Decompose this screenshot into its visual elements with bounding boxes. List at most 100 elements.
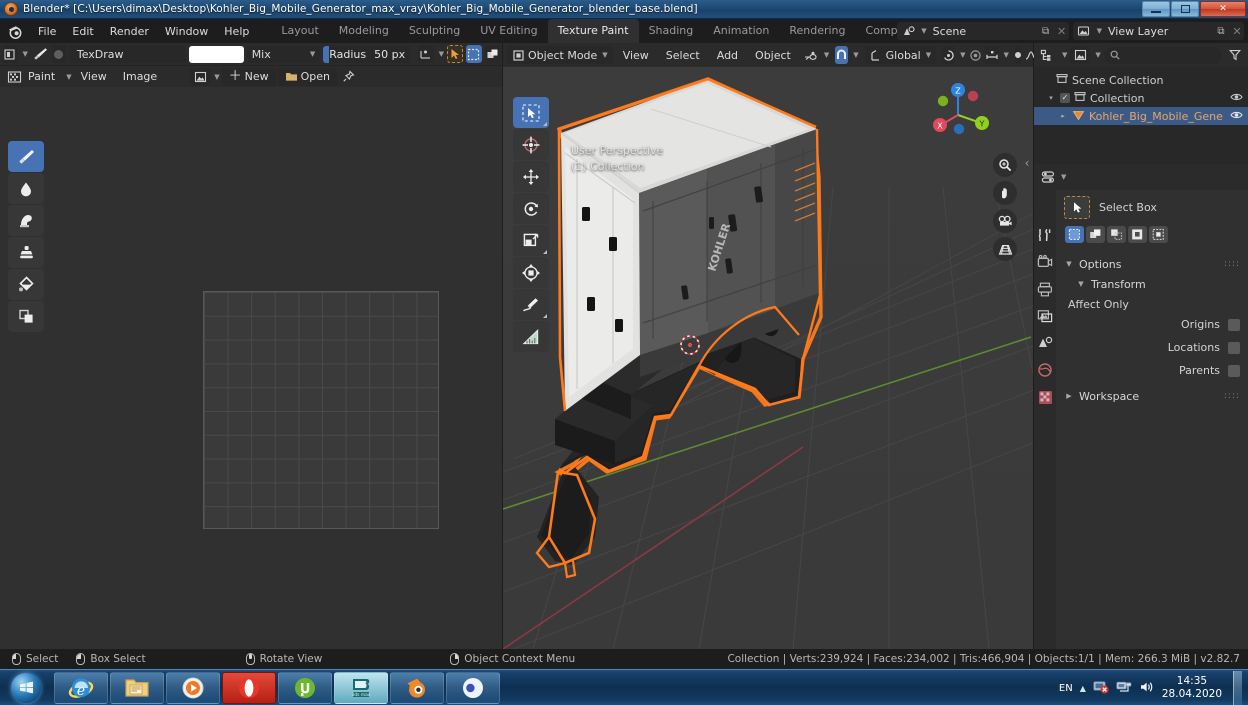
- chevron-left-icon[interactable]: ‹: [1022, 151, 1032, 175]
- volume-icon[interactable]: [1139, 680, 1155, 697]
- collection-visibility-eye-icon[interactable]: [1230, 92, 1243, 105]
- transform-orientation-dropdown[interactable]: Global ▼: [864, 46, 937, 64]
- subtract-selection-button[interactable]: [1107, 226, 1126, 243]
- 3dsmax-button[interactable]: 3ds max: [334, 671, 388, 704]
- properties-tab-output[interactable]: [1036, 280, 1054, 298]
- affect-origins-checkbox[interactable]: [1228, 318, 1240, 331]
- visibility-icon[interactable]: [804, 46, 819, 64]
- pivot-point-icon[interactable]: [942, 46, 956, 64]
- antivirus-icon[interactable]: [1093, 680, 1109, 697]
- blend-mode-dropdown[interactable]: Mix ▼: [246, 45, 321, 63]
- affect-parents-row[interactable]: Parents: [1064, 359, 1240, 382]
- outliner-search-input[interactable]: [1103, 46, 1222, 64]
- properties-tab-texture[interactable]: [1036, 388, 1054, 406]
- workspace-tab-modeling[interactable]: Modeling: [329, 19, 399, 43]
- affect-parents-checkbox[interactable]: [1228, 364, 1240, 377]
- affect-origins-row[interactable]: Origins: [1064, 313, 1240, 336]
- taskbar-clock[interactable]: 14:35 28.04.2020: [1162, 675, 1222, 701]
- intersect-selection-button[interactable]: [1149, 226, 1168, 243]
- cursor-icon[interactable]: [447, 45, 464, 63]
- annotate-tool-button[interactable]: [513, 289, 549, 320]
- image-editor-canvas[interactable]: [0, 87, 502, 649]
- file-explorer-button[interactable]: [110, 671, 164, 704]
- network-icon[interactable]: [1116, 680, 1132, 697]
- menu-file[interactable]: File: [30, 23, 64, 40]
- show-hidden-icons-button[interactable]: ▲: [1080, 684, 1086, 693]
- snap-magnet-icon[interactable]: [835, 46, 849, 64]
- image-editor-menu-view[interactable]: View: [74, 70, 114, 83]
- clone-tool-button[interactable]: [8, 237, 44, 268]
- camera-view-button[interactable]: [993, 209, 1017, 233]
- measure-tool-button[interactable]: [513, 321, 549, 352]
- fill-tool-button[interactable]: [8, 269, 44, 300]
- properties-editor-icon[interactable]: [1039, 168, 1059, 186]
- proportional-edit-icon[interactable]: [969, 46, 982, 64]
- image-editor-menu-image[interactable]: Image: [116, 70, 164, 83]
- zoom-viewport-button[interactable]: [993, 153, 1017, 177]
- brush-preview-icon[interactable]: [51, 45, 66, 63]
- menu-render[interactable]: Render: [102, 23, 157, 40]
- viewport-menu-object[interactable]: Object: [748, 49, 798, 62]
- brush-icon[interactable]: [31, 45, 49, 63]
- brush-radius-slider[interactable]: Radius 50 px: [323, 45, 412, 63]
- show-desktop-button[interactable]: [1233, 671, 1242, 705]
- falloff-curve-icon[interactable]: [418, 45, 434, 63]
- opera-button[interactable]: [222, 671, 276, 704]
- workspace-tab-uv-editing[interactable]: UV Editing: [470, 19, 547, 43]
- media-player-button[interactable]: [166, 671, 220, 704]
- properties-tab-tool[interactable]: [1036, 226, 1054, 244]
- affect-locations-checkbox[interactable]: [1228, 341, 1240, 354]
- scale-tool-button[interactable]: [513, 225, 549, 256]
- workspace-tab-rendering[interactable]: Rendering: [779, 19, 855, 43]
- set-new-selection-button[interactable]: [1065, 226, 1084, 243]
- properties-tab-render[interactable]: [1036, 253, 1054, 271]
- properties-tab-scene[interactable]: [1036, 334, 1054, 352]
- transform-subpanel-header[interactable]: ▼ Transform: [1064, 274, 1240, 294]
- workspace-panel-header[interactable]: ▶ Workspace ::::: [1064, 386, 1240, 406]
- close-button[interactable]: ✕: [1200, 1, 1246, 17]
- move-tool-button[interactable]: [513, 161, 549, 192]
- outliner-row-scene-collection[interactable]: Scene Collection: [1034, 71, 1248, 89]
- select-box-mode-icon[interactable]: [466, 45, 482, 63]
- brush-name-field[interactable]: TexDraw: [68, 45, 187, 63]
- image-editor-menu-paint[interactable]: Paint: [26, 70, 62, 83]
- cursor-tool-button[interactable]: [513, 129, 549, 160]
- outliner-display-mode-icon[interactable]: [1037, 46, 1057, 64]
- filter-icon[interactable]: [1225, 46, 1245, 64]
- view-layer-selector[interactable]: ▼ View Layer ⧉ ✕: [1072, 22, 1244, 40]
- invert-selection-button[interactable]: [1128, 226, 1147, 243]
- new-scene-button[interactable]: ⧉: [1037, 22, 1055, 40]
- transform-tool-button[interactable]: [513, 257, 549, 288]
- mask-tool-button[interactable]: [8, 301, 44, 332]
- workspace-tab-layout[interactable]: Layout: [271, 19, 328, 43]
- extend-selection-icon[interactable]: [484, 45, 501, 63]
- select-box-icon[interactable]: [1064, 196, 1090, 219]
- workspace-tab-sculpting[interactable]: Sculpting: [399, 19, 470, 43]
- select-box-tool-button[interactable]: [513, 97, 549, 128]
- outliner-filter-scene-icon[interactable]: [1070, 46, 1091, 64]
- viewport-menu-view[interactable]: View: [616, 49, 656, 62]
- disclosure-icon[interactable]: ▸: [1058, 112, 1068, 120]
- properties-tab-view-layer[interactable]: [1036, 307, 1054, 325]
- pan-viewport-button[interactable]: [993, 181, 1017, 205]
- workspace-tab-texture-paint[interactable]: Texture Paint: [547, 19, 639, 43]
- object-visibility-eye-icon[interactable]: [1230, 110, 1243, 123]
- soften-tool-button[interactable]: [8, 173, 44, 204]
- brush-color-swatch[interactable]: [189, 45, 244, 63]
- collection-checkbox[interactable]: ✓: [1060, 93, 1070, 103]
- new-view-layer-button[interactable]: ⧉: [1212, 22, 1230, 40]
- new-image-button[interactable]: ＋ New: [221, 67, 276, 86]
- menu-window[interactable]: Window: [157, 23, 216, 40]
- maximize-button[interactable]: [1171, 1, 1199, 17]
- cinema4d-button[interactable]: [446, 671, 500, 704]
- minimize-button[interactable]: [1142, 1, 1170, 17]
- menu-help[interactable]: Help: [216, 23, 257, 40]
- viewport-menu-add[interactable]: Add: [710, 49, 745, 62]
- start-button[interactable]: [0, 672, 52, 704]
- properties-tab-world[interactable]: [1036, 361, 1054, 379]
- menu-edit[interactable]: Edit: [64, 23, 101, 40]
- image-canvas-grid[interactable]: [203, 291, 439, 529]
- workspace-tab-animation[interactable]: Animation: [703, 19, 779, 43]
- remove-view-layer-button[interactable]: ✕: [1230, 25, 1244, 38]
- snap-increment-icon[interactable]: [984, 46, 999, 64]
